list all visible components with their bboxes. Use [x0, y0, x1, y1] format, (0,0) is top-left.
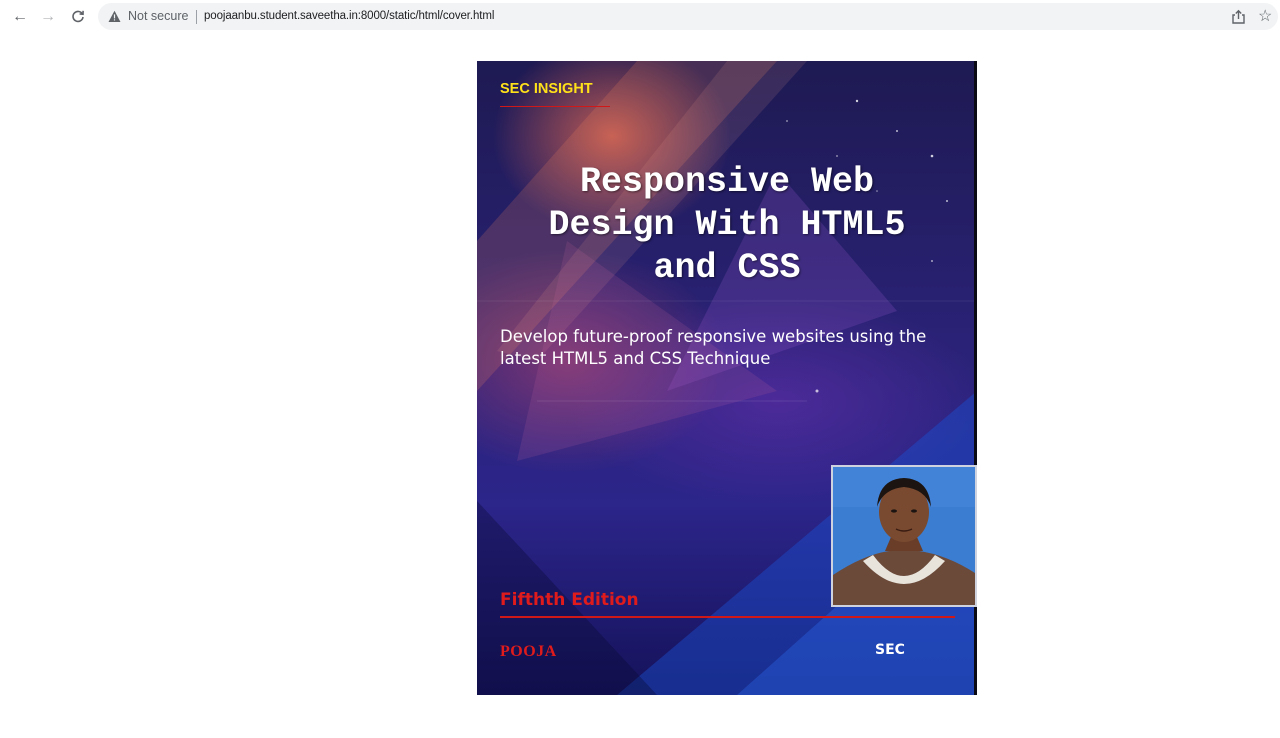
brand-underline	[500, 106, 610, 107]
edition-underline	[500, 616, 955, 618]
reload-icon	[72, 10, 84, 23]
book-cover: SEC INSIGHT Responsive Web Design With H…	[477, 61, 977, 695]
title-line: Responsive Web	[579, 162, 875, 202]
warning-icon	[108, 10, 121, 22]
arrow-left-icon: ←	[12, 8, 28, 25]
back-button[interactable]: ←	[9, 6, 31, 28]
security-indicator[interactable]: Not secure	[128, 9, 188, 23]
forward-button[interactable]: →	[37, 6, 59, 28]
star-icon[interactable]: ☆	[1258, 6, 1272, 26]
separator	[196, 10, 197, 24]
author-portrait-image	[833, 467, 975, 605]
book-subtitle: Develop future-proof responsive websites…	[500, 327, 927, 368]
title-line: Design With HTML5	[548, 205, 906, 245]
browser-toolbar: ← → Not secure poojaanbu.student.saveeth…	[0, 0, 1280, 34]
brand-name: SEC INSIGHT	[500, 81, 593, 97]
address-bar[interactable]: Not secure poojaanbu.student.saveetha.in…	[98, 3, 1278, 30]
book-title: Responsive Web Design With HTML5 and CSS	[487, 161, 967, 290]
author-photo	[831, 465, 977, 607]
edition-label: Fifthth Edition	[500, 590, 639, 610]
url-text[interactable]: poojaanbu.student.saveetha.in:8000/stati…	[204, 10, 494, 22]
arrow-right-icon: →	[40, 8, 56, 25]
author-name: POOJA	[500, 643, 557, 660]
publisher-name: SEC	[875, 642, 905, 658]
title-line: and CSS	[653, 248, 801, 288]
share-icon[interactable]	[1230, 8, 1248, 26]
reload-button[interactable]	[67, 6, 89, 28]
